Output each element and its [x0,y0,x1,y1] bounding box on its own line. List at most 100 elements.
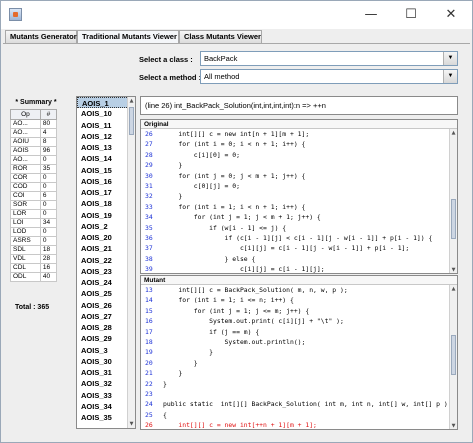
class-select-value: BackPack [204,54,238,63]
summary-cell-op: CDL [10,263,41,273]
summary-cell-count: 0 [39,236,58,246]
mutant-code-line: 24 public static int[][] BackPack_Solutio… [141,399,457,409]
original-code-line: 38 } else { [141,254,457,264]
code-text: } [163,161,183,170]
summary-row[interactable]: CDL 16 [10,263,58,273]
line-number: 16 [145,317,153,326]
summary-row[interactable]: COI 6 [10,191,58,201]
summary-row[interactable]: LOR 0 [10,209,58,219]
summary-row[interactable]: AO... 0 [10,155,58,165]
summary-row[interactable]: AOIS 96 [10,146,58,156]
chevron-down-icon[interactable]: ▼ [443,70,457,83]
mutant-code-line: 21 } [141,368,457,378]
summary-cell-op: COD [10,182,41,192]
line-number: 22 [145,379,153,388]
code-text: c[i][j] = c[i - 1][j]; [163,265,325,274]
line-number: 20 [145,358,153,367]
tab-traditional-mutants-viewer[interactable]: Traditional Mutants Viewer [77,30,179,44]
summary-cell-count: 35 [39,164,58,174]
code-text: } [163,348,214,357]
summary-row[interactable]: AOIU 8 [10,137,58,147]
class-select[interactable]: BackPack ▼ [200,51,458,66]
summary-row[interactable]: COR 0 [10,173,58,183]
original-code-line: 34 for (int j = 1; j < m + 1; j++) { [141,212,457,222]
mutant-list[interactable]: AOIS_1 AOIS_10 AOIS_11 AOIS_12 AOIS_13 AOIS_1… [76,96,136,429]
original-code-line: 35 if (w[i - 1] <= j) { [141,223,457,233]
original-code-line: 30 for (int j = 0; j < m + 1; j++) { [141,171,457,181]
scroll-down-icon[interactable]: ▼ [128,420,135,428]
summary-cell-count: 0 [39,173,58,183]
summary-cell-count: 34 [39,218,58,228]
app-window: — ☐ ✕ Mutants Generator Traditional Muta… [0,0,473,443]
summary-row[interactable]: ROR 35 [10,164,58,174]
summary-row[interactable]: VDL 28 [10,254,58,264]
code-text: for (int i = 1; i <= n; i++) { [163,296,294,305]
summary-header-count[interactable]: # [39,109,58,120]
code-text: { [163,410,167,419]
summary-table: Op # AO... 80 AO... 4 AOIU 8 AOIS 96 AO... 0 ROR 35… [10,109,58,282]
summary-row[interactable]: LOI 34 [10,218,58,228]
code-text: } [163,192,183,201]
summary-header-op[interactable]: Op [10,109,41,120]
line-number: 23 [145,389,153,398]
code-text: if (j == m) { [163,327,260,336]
scroll-up-icon[interactable]: ▲ [450,129,457,137]
line-number: 34 [145,213,153,222]
summary-cell-count: 0 [39,200,58,210]
method-select[interactable]: All method ▼ [200,69,458,84]
mutant-code-line: 26 int[][] c = new int[++n + 1][m + 1]; [141,420,457,430]
scroll-thumb[interactable] [129,107,134,135]
tab-mutants-generator[interactable]: Mutants Generator [5,30,77,43]
summary-row[interactable]: LOD 0 [10,227,58,237]
line-number: 27 [145,140,153,149]
summary-row[interactable]: AO... 4 [10,128,58,138]
summary-row[interactable]: SDL 18 [10,245,58,255]
line-number: 35 [145,223,153,232]
close-button[interactable]: ✕ [436,5,466,25]
summary-title: * Summary * [15,99,57,106]
original-title: Original [141,120,457,129]
mutant-code-line: 22} [141,379,457,389]
code-text: c[i][0] = 0; [163,150,240,159]
original-code-panel: Original 26 int[][] c = new int[n + 1][m… [140,119,458,274]
summary-cell-op: COR [10,173,41,183]
java-app-icon [9,8,22,21]
code-text: c[0][j] = 0; [163,181,240,190]
line-number: 29 [145,161,153,170]
mutant-code-line: 19 } [141,347,457,357]
chevron-down-icon[interactable]: ▼ [443,52,457,65]
original-scrollbar[interactable]: ▲ ▼ [449,129,457,273]
mutant-code-line: 13 int[][] c = BackPack_Solution( m, n, … [141,285,457,295]
code-text: c[i][j] = c[i - 1][j - w[i - 1]] + p[i -… [163,244,410,253]
mutant-description: (line 26) int_BackPack_Solution(int,int,… [140,96,458,115]
line-number: 36 [145,233,153,242]
mutant-list-scrollbar[interactable]: ▲ ▼ [127,97,135,428]
scroll-thumb[interactable] [451,335,456,375]
scroll-thumb[interactable] [451,199,456,239]
original-code-line: 37 c[i][j] = c[i - 1][j - w[i - 1]] + p[… [141,243,457,253]
scroll-down-icon[interactable]: ▼ [450,266,457,273]
mutant-code-line: 15 for (int j = 1; j <= m; j++) { [141,306,457,316]
summary-row[interactable]: ODL 40 [10,272,58,282]
tab-class-mutants-viewer[interactable]: Class Mutants Viewer [179,30,262,43]
summary-cell-count: 8 [39,137,58,147]
line-number: 26 [145,421,153,430]
scroll-down-icon[interactable]: ▼ [450,422,457,429]
scroll-up-icon[interactable]: ▲ [450,285,457,293]
maximize-button[interactable]: ☐ [396,5,426,25]
minimize-button[interactable]: — [356,5,386,25]
mutant-scrollbar[interactable]: ▲ ▼ [449,285,457,429]
summary-cell-op: ASRS [10,236,41,246]
line-number: 32 [145,192,153,201]
summary-row[interactable]: COD 0 [10,182,58,192]
summary-row[interactable]: SOR 0 [10,200,58,210]
code-text: if (w[i - 1] <= j) { [163,223,287,232]
summary-row[interactable]: AO... 80 [10,119,58,129]
code-text: for (int j = 1; j < m + 1; j++) { [163,213,321,222]
summary-row[interactable]: ASRS 0 [10,236,58,246]
code-text: int[][] c = new int[n + 1][m + 1]; [163,130,310,138]
scroll-up-icon[interactable]: ▲ [128,97,135,105]
original-code-line: 33 for (int i = 1; i < n + 1; i++) { [141,202,457,212]
summary-cell-count: 80 [39,119,58,129]
line-number: 13 [145,286,153,294]
